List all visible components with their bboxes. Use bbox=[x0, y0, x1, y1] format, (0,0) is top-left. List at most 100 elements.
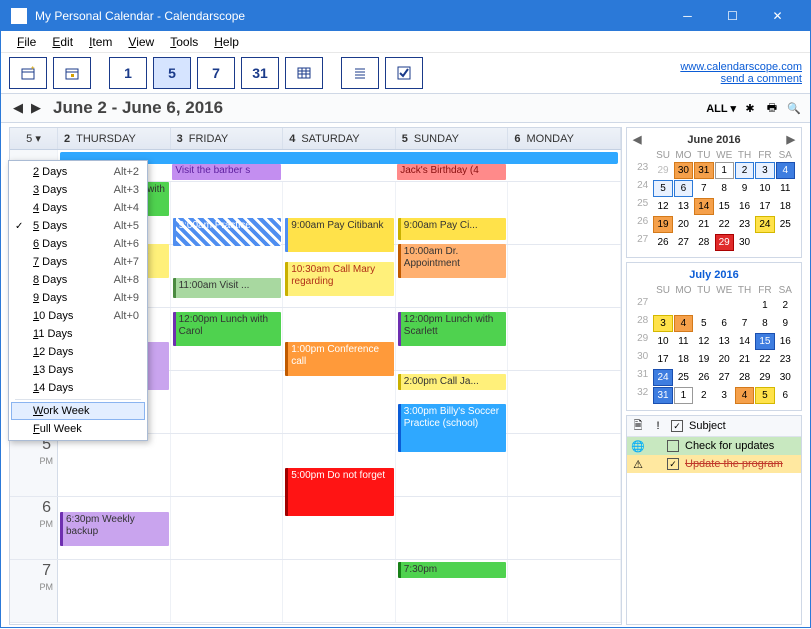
minical-day[interactable]: 2 bbox=[694, 387, 713, 404]
minical-day[interactable] bbox=[735, 297, 754, 314]
minical-day[interactable]: 8 bbox=[755, 315, 774, 332]
task-checkbox[interactable] bbox=[667, 440, 679, 452]
minical-day[interactable]: 26 bbox=[653, 234, 672, 251]
minical-day[interactable]: 3 bbox=[715, 387, 734, 404]
menu-help[interactable]: Help bbox=[206, 33, 247, 51]
menu-item-10-days[interactable]: 10 DaysAlt+0 bbox=[11, 307, 145, 325]
minical-day[interactable]: 1 bbox=[715, 162, 734, 179]
minical-day[interactable]: 14 bbox=[735, 333, 754, 350]
minical-day[interactable]: 20 bbox=[674, 216, 693, 233]
day-header[interactable]: 4SATURDAY bbox=[283, 128, 396, 149]
minical-day[interactable]: 9 bbox=[776, 315, 795, 332]
minical-day[interactable]: 13 bbox=[715, 333, 734, 350]
minical-day[interactable] bbox=[653, 297, 672, 314]
menu-item-7-days[interactable]: 7 DaysAlt+7 bbox=[11, 253, 145, 271]
grid-view-button[interactable] bbox=[285, 57, 323, 89]
menu-item-work-week[interactable]: Work Week bbox=[11, 402, 145, 420]
calendar-event[interactable]: 7:30pm bbox=[398, 562, 507, 578]
minical-day[interactable]: 29 bbox=[755, 369, 774, 386]
day-view-5-button[interactable]: 5 bbox=[153, 57, 191, 89]
calendar-event[interactable]: 5:00pm Do not forget bbox=[285, 468, 394, 516]
minical-prev[interactable]: ◀ bbox=[633, 133, 641, 146]
task-checkbox[interactable]: ✓ bbox=[667, 458, 679, 470]
minical-day[interactable] bbox=[776, 234, 795, 251]
calendar-event[interactable]: 3:00pm Billy's Soccer Practice (school) bbox=[398, 404, 507, 452]
calendar-event[interactable]: 12:00pm Lunch with Carol bbox=[173, 312, 282, 346]
all-filter-button[interactable]: ALL ▾ bbox=[706, 102, 736, 115]
list-view-button[interactable] bbox=[341, 57, 379, 89]
minical-day[interactable]: 17 bbox=[755, 198, 774, 215]
minical-day[interactable]: 10 bbox=[755, 180, 774, 197]
minical-day[interactable]: 24 bbox=[653, 369, 672, 386]
comment-link[interactable]: send a comment bbox=[680, 73, 802, 85]
day-header[interactable]: 6MONDAY bbox=[508, 128, 621, 149]
minical-day[interactable]: 26 bbox=[694, 369, 713, 386]
minical-day[interactable]: 23 bbox=[735, 216, 754, 233]
minical-day[interactable]: 31 bbox=[694, 162, 713, 179]
menu-item-6-days[interactable]: 6 DaysAlt+6 bbox=[11, 235, 145, 253]
minical-day[interactable]: 5 bbox=[755, 387, 774, 404]
minical-day[interactable]: 11 bbox=[674, 333, 693, 350]
calendar-event[interactable]: 10:30am Call Mary regarding bbox=[285, 262, 394, 296]
minical-day[interactable]: 6 bbox=[715, 315, 734, 332]
menu-item-8-days[interactable]: 8 DaysAlt+8 bbox=[11, 271, 145, 289]
minical-day[interactable]: 15 bbox=[755, 333, 774, 350]
minical-day[interactable]: 21 bbox=[735, 351, 754, 368]
menu-item-12-days[interactable]: 12 Days bbox=[11, 343, 145, 361]
task-row[interactable]: 🌐Check for updates bbox=[627, 437, 801, 455]
minical-next[interactable]: ▶ bbox=[787, 133, 795, 146]
minical-day[interactable]: 29 bbox=[715, 234, 734, 251]
minical-day[interactable]: 5 bbox=[694, 315, 713, 332]
day-header[interactable]: 5SUNDAY bbox=[396, 128, 509, 149]
calendar-event[interactable]: 9:00am Pay Ci... bbox=[398, 218, 507, 240]
minical-day[interactable]: 12 bbox=[653, 198, 672, 215]
minical-day[interactable] bbox=[694, 297, 713, 314]
settings-icon[interactable]: ✱ bbox=[742, 100, 758, 116]
menu-item[interactable]: Item bbox=[81, 33, 120, 51]
minical-day[interactable]: 18 bbox=[776, 198, 795, 215]
prev-button[interactable]: ◀ bbox=[9, 98, 27, 118]
menu-item-9-days[interactable]: 9 DaysAlt+9 bbox=[11, 289, 145, 307]
minical-day[interactable]: 2 bbox=[735, 162, 754, 179]
minical-day[interactable]: 29 bbox=[653, 162, 672, 179]
calendar-event[interactable]: 11:00am Visit ... bbox=[173, 278, 282, 298]
allday-event[interactable]: Jack's Birthday (4 bbox=[397, 164, 505, 180]
search-icon[interactable]: 🔍 bbox=[786, 100, 802, 116]
calendar-event[interactable]: 2:00pm Call Ja... bbox=[398, 374, 507, 390]
minical-day[interactable]: 4 bbox=[735, 387, 754, 404]
minical-day[interactable]: 30 bbox=[776, 369, 795, 386]
calendar-event[interactable]: 10:00am Dr. Appointment bbox=[398, 244, 507, 278]
menu-view[interactable]: View bbox=[120, 33, 162, 51]
minical-day[interactable]: 6 bbox=[674, 180, 693, 197]
minical-day[interactable]: 3 bbox=[755, 162, 774, 179]
menu-file[interactable]: File bbox=[9, 33, 44, 51]
new-event-button[interactable]: + bbox=[9, 57, 47, 89]
minical-day[interactable]: 25 bbox=[674, 369, 693, 386]
minical-day[interactable]: 19 bbox=[694, 351, 713, 368]
site-link[interactable]: www.calendarscope.com bbox=[680, 61, 802, 73]
minical-day[interactable]: 10 bbox=[653, 333, 672, 350]
minical-day[interactable]: 3 bbox=[653, 315, 672, 332]
menu-item-5-days[interactable]: ✓5 DaysAlt+5 bbox=[11, 217, 145, 235]
minical-day[interactable]: 12 bbox=[694, 333, 713, 350]
minical-day[interactable]: 21 bbox=[694, 216, 713, 233]
minical-day[interactable]: 30 bbox=[674, 162, 693, 179]
minical-day[interactable]: 28 bbox=[694, 234, 713, 251]
close-button[interactable]: ✕ bbox=[755, 1, 800, 31]
menu-item-4-days[interactable]: 4 DaysAlt+4 bbox=[11, 199, 145, 217]
menu-item-full-week[interactable]: Full Week bbox=[11, 420, 145, 438]
minical-day[interactable]: 5 bbox=[653, 180, 672, 197]
day-view-1-button[interactable]: 1 bbox=[109, 57, 147, 89]
minical-day[interactable]: 30 bbox=[735, 234, 754, 251]
menu-item-11-days[interactable]: 11 Days bbox=[11, 325, 145, 343]
minical-day[interactable]: 14 bbox=[694, 198, 713, 215]
minical-day[interactable]: 17 bbox=[653, 351, 672, 368]
day-header[interactable]: 3FRIDAY bbox=[171, 128, 284, 149]
minical-day[interactable]: 15 bbox=[715, 198, 734, 215]
minical-day[interactable]: 23 bbox=[776, 351, 795, 368]
minical-day[interactable]: 27 bbox=[715, 369, 734, 386]
minical-day[interactable]: 19 bbox=[653, 216, 672, 233]
menu-edit[interactable]: Edit bbox=[44, 33, 81, 51]
minical-day[interactable]: 1 bbox=[674, 387, 693, 404]
menu-item-13-days[interactable]: 13 Days bbox=[11, 361, 145, 379]
